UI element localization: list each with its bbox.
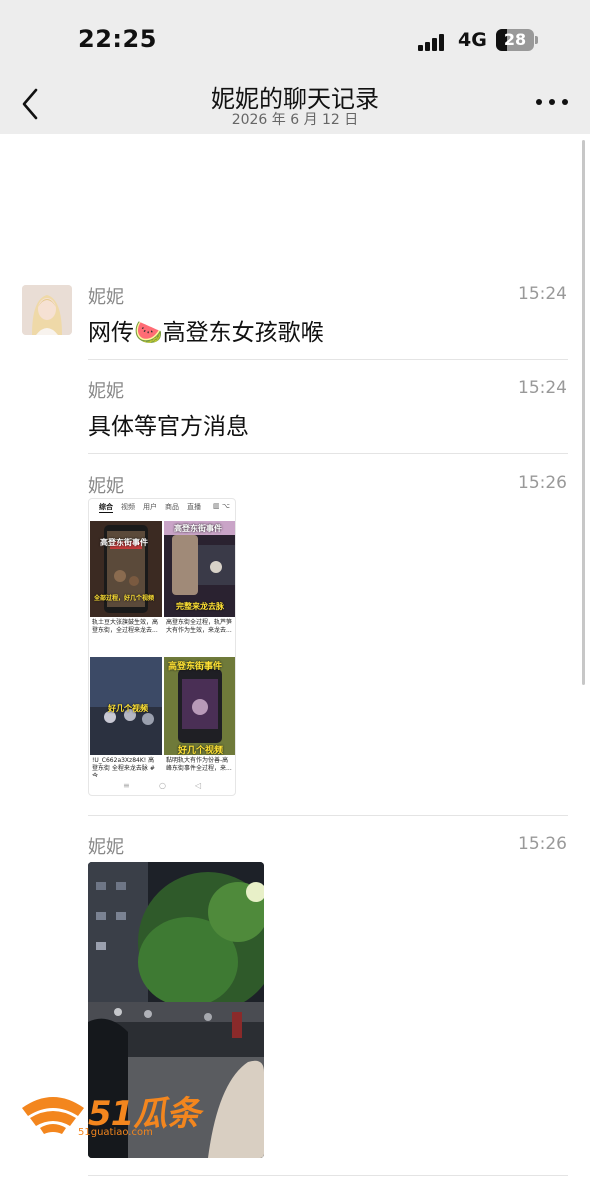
- message-sender: 妮妮: [88, 381, 124, 402]
- more-dots-icon: [536, 99, 542, 105]
- message-time: 15:26: [518, 473, 567, 493]
- cell-caption: 轨土豆大张旗鼓生效，高登东街，全过程来龙去...: [92, 619, 159, 634]
- message-text[interactable]: 网传🍉高登东女孩歌喉: [88, 313, 324, 347]
- message-divider: [88, 1175, 568, 1176]
- cell-caption: 黏明轨大有作为份善-高峰东街事件全过程，来...: [166, 757, 232, 772]
- thumbnail-subtitle: 好几个视频: [108, 704, 148, 713]
- message-divider: [88, 359, 568, 360]
- signal-icon: [418, 31, 450, 51]
- home-icon: ○: [159, 781, 166, 790]
- menu-icon: ≡: [123, 781, 130, 790]
- cell-caption: !U_C662a3Xz84K! 高登东街 全程来龙去脉 #今...: [92, 757, 155, 777]
- message-time: 15:24: [518, 284, 567, 304]
- message-time: 15:24: [518, 378, 567, 398]
- screenshot-cell: 高登东街事件 好几个视频 黏明轨大有作为份善-高峰东街事件全过程，来...: [164, 657, 235, 777]
- more-button[interactable]: [532, 95, 572, 111]
- screenshot-tabs: 综合 视频 用户 商品 直播 ▥ ⌥: [89, 499, 235, 513]
- message-image-screenshot[interactable]: 综合 视频 用户 商品 直播 ▥ ⌥ 高登东街事件 全部过程，好几个视频 轨土豆…: [88, 498, 236, 796]
- avatar-image: [22, 285, 72, 335]
- message-divider: [88, 453, 568, 454]
- thumbnail-title: 高登东街事件: [100, 538, 148, 547]
- screenshot-tab: 综合: [99, 503, 113, 511]
- message-sender: 妮妮: [88, 837, 124, 858]
- scrollbar[interactable]: [582, 140, 585, 685]
- status-time: 22:25: [78, 25, 157, 53]
- thumbnail-title: 高登东街事件: [174, 524, 222, 533]
- message-sender: 妮妮: [88, 476, 124, 497]
- screenshot-tab: 视频: [121, 503, 135, 511]
- chat-header: 22:25 4G 28 妮妮的聊天记录 2026 年 6 月 12 日: [0, 0, 590, 134]
- avatar[interactable]: [22, 285, 72, 335]
- watermark-url: 51guatiao.com: [78, 1127, 153, 1138]
- back-icon: ◁: [195, 781, 202, 790]
- message-text[interactable]: 具体等官方消息: [88, 407, 249, 441]
- screenshot-tab: 用户: [143, 503, 157, 511]
- watermark-logo: 51瓜条 51guatiao.com: [18, 1082, 218, 1142]
- screenshot-cell: 高登东街事件 全部过程，好几个视频 轨土豆大张旗鼓生效，高登东街，全过程来龙去.…: [90, 521, 162, 649]
- battery-icon: 28: [496, 29, 534, 51]
- screenshot-tab: 直播: [187, 503, 201, 511]
- thumbnail-subtitle: 好几个视频: [178, 746, 224, 756]
- thumbnail-title: 高登东街事件: [168, 662, 223, 672]
- thumbnail-subtitle: 完整来龙去脉: [176, 602, 224, 611]
- cell-caption: 高登东街全过程，轨芦笋大有作为生效，来龙去...: [166, 619, 233, 634]
- message-sender: 妮妮: [88, 287, 124, 308]
- battery-level: 28: [503, 30, 527, 49]
- video-thumbnail: [90, 521, 162, 617]
- message-divider: [88, 815, 568, 816]
- screenshot-nav-bar: ≡ ○ ◁: [89, 781, 235, 793]
- filter-icon: ▥ ⌥: [213, 502, 230, 510]
- network-label: 4G: [458, 29, 487, 51]
- page-subtitle: 2026 年 6 月 12 日: [231, 112, 359, 128]
- thumbnail-subtitle: 全部过程，好几个视频: [94, 595, 155, 602]
- message-time: 15:26: [518, 834, 567, 854]
- screenshot-cell: 好几个视频 !U_C662a3Xz84K! 高登东街 全程来龙去脉 #今...: [90, 657, 162, 777]
- screenshot-tab: 商品: [165, 503, 179, 511]
- screenshot-cell: 高登东街事件 完整来龙去脉 高登东街全过程，轨芦笋大有作为生效，来龙去...: [164, 521, 235, 649]
